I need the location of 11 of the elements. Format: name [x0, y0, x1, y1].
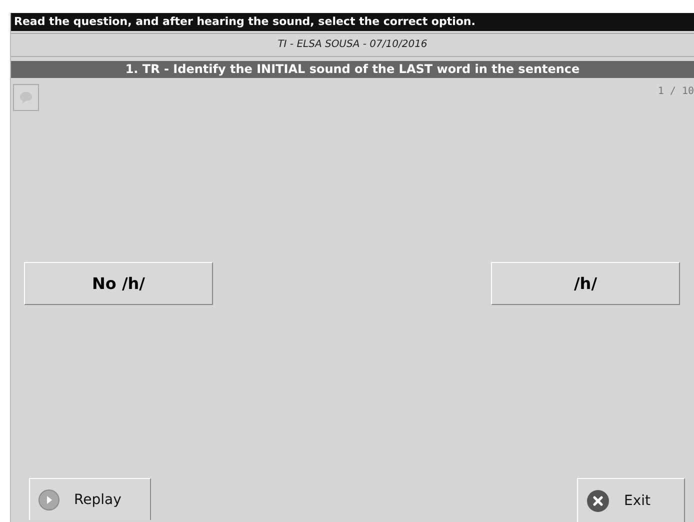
session-label: TI - ELSA SOUSA - 07/10/2016	[11, 33, 694, 57]
action-button[interactable]: Replay	[29, 478, 151, 520]
instruction-bar: Read the question, and after hearing the sound, select the correct option.	[11, 13, 694, 31]
answer-option-button[interactable]: /h/	[491, 262, 680, 305]
close-icon	[586, 488, 610, 512]
answer-option-button[interactable]: No /h/	[24, 262, 213, 305]
speech-bubble-button[interactable]	[13, 84, 39, 111]
progress-counter: 1 / 10	[658, 86, 694, 97]
play-icon	[38, 488, 60, 510]
question-title: 1. TR - Identify the INITIAL sound of the LAST word in the sentence	[11, 61, 694, 78]
action-button[interactable]: Exit	[577, 478, 685, 522]
